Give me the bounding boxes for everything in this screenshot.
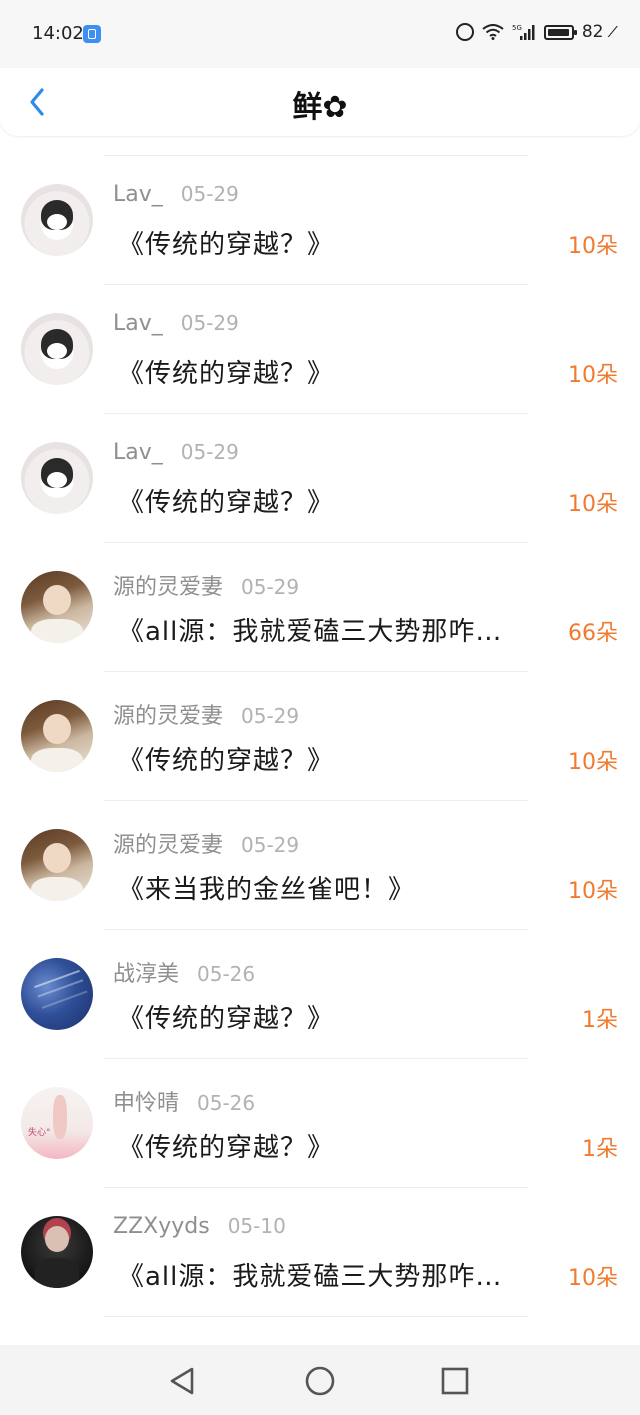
list-item[interactable]: 源的灵爱妻 05-29 《传统的穿越？》 10朵: [0, 672, 640, 801]
avatar[interactable]: [21, 184, 93, 256]
name-line: 申怜晴 05-26: [113, 1085, 255, 1117]
svg-text:5G: 5G: [512, 24, 522, 32]
list-item[interactable]: Lav_ 05-29 《传统的穿越？》 10朵: [0, 285, 640, 414]
story-title[interactable]: 《传统的穿越？》: [118, 353, 563, 390]
user-name: 源的灵爱妻: [113, 833, 224, 858]
name-line: Lav_ 05-29: [113, 311, 239, 336]
list-item[interactable]: 战淳美 05-26 《传统的穿越？》 1朵: [0, 930, 640, 1059]
flower-count: 10朵: [568, 879, 618, 904]
post-date: 05-29: [180, 182, 239, 206]
triangle-back-icon: [170, 1367, 194, 1395]
post-date: 05-10: [227, 1214, 286, 1238]
post-date: 05-29: [241, 575, 300, 599]
story-title[interactable]: 《传统的穿越？》: [118, 224, 563, 261]
gift-record-list: Lav_ 05-29 《传统的穿越？》 10朵 Lav_ 05-29 《传统的穿越？》 10朵…: [0, 155, 640, 1317]
nav-back-button[interactable]: [164, 1363, 200, 1399]
post-date: 05-29: [241, 833, 300, 857]
list-item[interactable]: Lav_ 05-29 《传统的穿越？》 10朵: [0, 414, 640, 543]
name-line: ZZXyyds 05-10: [113, 1214, 286, 1239]
flower-count: 66朵: [568, 621, 618, 646]
user-name: 战淳美: [113, 962, 180, 987]
flower-count: 1朵: [582, 1137, 618, 1162]
square-recents-icon: [441, 1367, 469, 1395]
user-name: Lav_: [113, 440, 163, 465]
page-title: 鲜✿: [292, 90, 348, 125]
name-line: 源的灵爱妻 05-29: [113, 698, 299, 730]
user-name: ZZXyyds: [113, 1214, 210, 1239]
avatar[interactable]: [21, 958, 93, 1030]
list-item[interactable]: 源的灵爱妻 05-29 《all源：我就爱磕三大势那咋… 66朵: [0, 543, 640, 672]
avatar[interactable]: [21, 571, 93, 643]
nav-home-button[interactable]: [302, 1363, 338, 1399]
post-date: 05-26: [197, 962, 256, 986]
status-indicators: 5G 82 ⁄: [455, 22, 614, 42]
status-time: 14:02: [32, 23, 84, 44]
flower-count: 10朵: [568, 234, 618, 259]
charging-icon: ⁄: [611, 23, 614, 41]
name-line: 源的灵爱妻 05-29: [113, 569, 299, 601]
name-line: Lav_ 05-29: [113, 440, 239, 465]
avatar[interactable]: [21, 1216, 93, 1288]
story-title[interactable]: 《传统的穿越？》: [118, 482, 563, 519]
list-item[interactable]: ZZXyyds 05-10 《all源：我就爱磕三大势那咋… 10朵: [0, 1188, 640, 1317]
flower-count: 10朵: [568, 1266, 618, 1291]
story-title[interactable]: 《传统的穿越？》: [118, 998, 563, 1035]
avatar[interactable]: [21, 313, 93, 385]
user-name: 申怜晴: [113, 1091, 180, 1116]
user-name: 源的灵爱妻: [113, 704, 224, 729]
system-nav-bar: [0, 1345, 640, 1415]
flower-count: 10朵: [568, 492, 618, 517]
list-item[interactable]: Lav_ 05-29 《传统的穿越？》 10朵: [0, 156, 640, 285]
wifi-icon: [482, 24, 504, 40]
avatar[interactable]: 失心°: [21, 1087, 93, 1159]
user-name: Lav_: [113, 182, 163, 207]
post-date: 05-29: [180, 440, 239, 464]
alarm-icon: [455, 23, 474, 41]
post-date: 05-26: [197, 1091, 256, 1115]
avatar[interactable]: [21, 442, 93, 514]
name-line: 源的灵爱妻 05-29: [113, 827, 299, 859]
story-title[interactable]: 《传统的穿越？》: [118, 1127, 563, 1164]
divider: [104, 1316, 528, 1317]
header: 鲜✿: [0, 68, 640, 136]
battery-level: 82: [581, 22, 604, 42]
circle-home-icon: [305, 1366, 335, 1396]
user-name: Lav_: [113, 311, 163, 336]
status-bar: 14:02 5G 82 ⁄: [0, 0, 640, 68]
notification-app-icon: [83, 25, 101, 43]
story-title[interactable]: 《all源：我就爱磕三大势那咋…: [118, 611, 563, 648]
list-item[interactable]: 失心° 申怜晴 05-26 《传统的穿越？》 1朵: [0, 1059, 640, 1188]
story-title[interactable]: 《来当我的金丝雀吧！》: [118, 869, 563, 906]
flower-count: 10朵: [568, 750, 618, 775]
avatar[interactable]: [21, 829, 93, 901]
post-date: 05-29: [241, 704, 300, 728]
avatar-tag: 失心°: [28, 1128, 51, 1138]
avatar[interactable]: [21, 700, 93, 772]
signal-icon: 5G: [512, 23, 536, 41]
story-title[interactable]: 《all源：我就爱磕三大势那咋…: [118, 1256, 563, 1293]
post-date: 05-29: [180, 311, 239, 335]
user-name: 源的灵爱妻: [113, 575, 224, 600]
list-item[interactable]: 源的灵爱妻 05-29 《来当我的金丝雀吧！》 10朵: [0, 801, 640, 930]
flower-count: 1朵: [582, 1008, 618, 1033]
battery-icon: [543, 24, 577, 40]
name-line: Lav_ 05-29: [113, 182, 239, 207]
story-title[interactable]: 《传统的穿越？》: [118, 740, 563, 777]
flower-count: 10朵: [568, 363, 618, 388]
nav-recents-button[interactable]: [437, 1363, 473, 1399]
name-line: 战淳美 05-26: [113, 956, 255, 988]
